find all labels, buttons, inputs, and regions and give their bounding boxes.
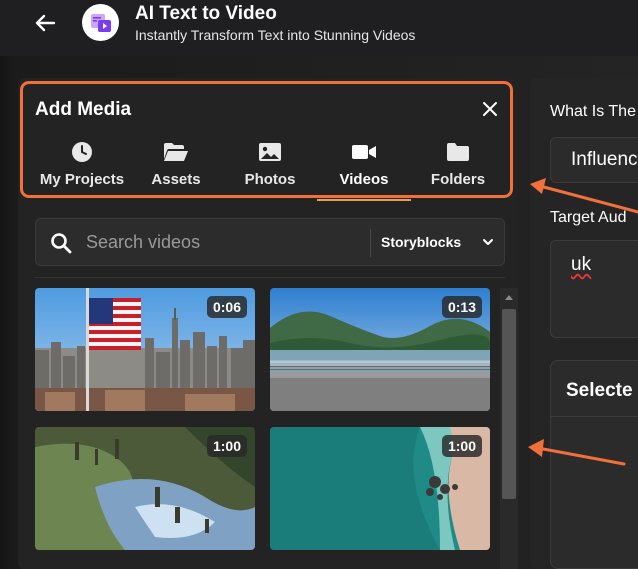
tab-label: My Projects (39, 171, 125, 188)
tab-my-projects[interactable]: My Projects (35, 141, 129, 199)
search-icon (51, 233, 72, 254)
video-thumbnail[interactable]: 1:00 (35, 427, 255, 550)
top-bar: AI Text to Video Instantly Transform Tex… (0, 0, 638, 56)
app-title: AI Text to Video (135, 3, 277, 24)
text-to-video-icon (90, 13, 111, 32)
tab-label: Folders (430, 171, 486, 188)
tab-folders[interactable]: Folders (418, 141, 498, 199)
search-input[interactable] (86, 227, 386, 257)
image-icon (259, 143, 281, 161)
tab-videos[interactable]: Videos (322, 141, 406, 199)
app-logo (82, 4, 119, 41)
duration-badge: 0:13 (441, 296, 482, 318)
tab-label: Assets (151, 171, 201, 188)
divider (370, 229, 371, 257)
target-audience-input[interactable] (550, 240, 638, 338)
video-thumbnail[interactable]: 1:00 (270, 427, 490, 550)
clock-icon (72, 142, 92, 162)
duration-badge: 1:00 (441, 435, 482, 457)
app-subtitle: Instantly Transform Text into Stunning V… (135, 27, 416, 43)
active-tab-indicator (317, 199, 411, 201)
close-icon[interactable] (481, 100, 499, 118)
divider (35, 277, 505, 278)
chevron-down-icon (483, 239, 493, 245)
video-thumbnail[interactable]: 0:13 (270, 288, 490, 411)
divider (551, 416, 638, 417)
duration-badge: 1:00 (206, 435, 247, 457)
folder-icon (447, 143, 469, 161)
open-folder-icon (164, 143, 188, 161)
question-label: What Is The (550, 103, 636, 120)
selected-media-title: Selecte (566, 380, 633, 401)
target-audience-label: Target Aud (550, 209, 627, 226)
scroll-up-arrow-icon[interactable] (504, 293, 514, 301)
back-arrow-icon[interactable] (34, 12, 56, 34)
video-thumbnail[interactable]: 0:06 (35, 288, 255, 411)
video-camera-icon (352, 145, 376, 159)
tab-label: Photos (244, 171, 296, 188)
source-dropdown[interactable]: Storyblocks (381, 219, 501, 265)
tab-label: Videos (339, 171, 389, 188)
source-label: Storyblocks (381, 234, 462, 250)
tab-assets[interactable]: Assets (135, 141, 217, 199)
target-audience-value: uk (571, 254, 592, 275)
tab-photos[interactable]: Photos (228, 141, 312, 199)
duration-badge: 0:06 (206, 296, 247, 318)
panel-title: Add Media (35, 99, 132, 120)
question-value: Influenc (571, 149, 638, 170)
scrollbar-thumb[interactable] (502, 309, 516, 499)
search-bar: Storyblocks (35, 218, 505, 266)
